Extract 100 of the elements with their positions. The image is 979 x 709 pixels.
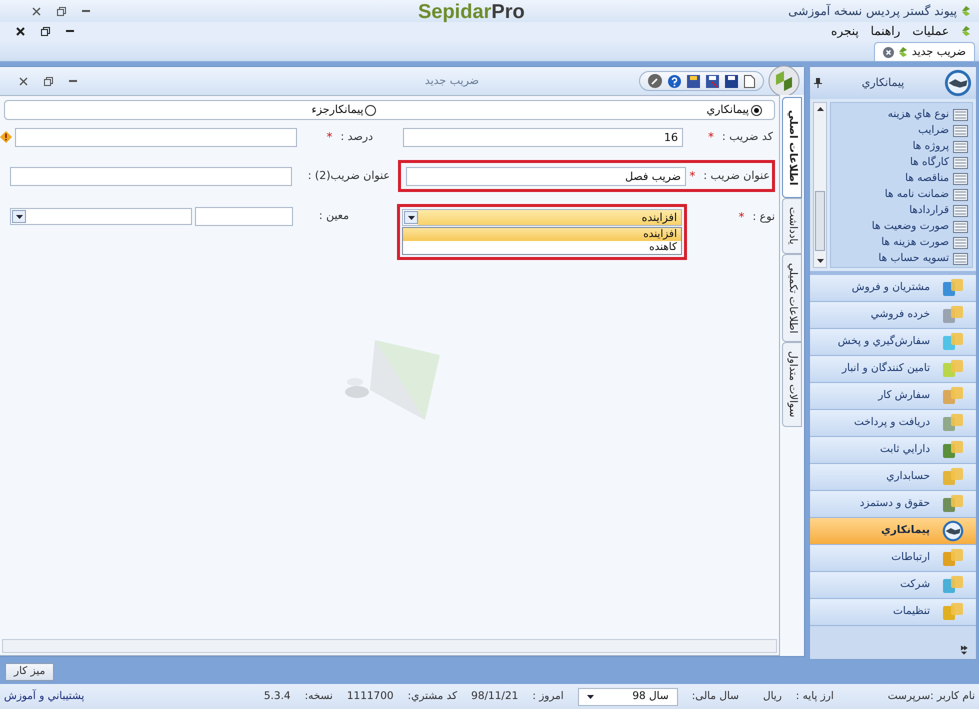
module-button[interactable]: مشتريان و فروش xyxy=(810,275,976,302)
dropdown-arrow-icon xyxy=(586,694,594,698)
radio-button[interactable] xyxy=(365,104,376,116)
list-icon xyxy=(953,205,968,217)
side-tab[interactable]: اطلاعات اصلي xyxy=(782,97,802,198)
sidebar-item[interactable]: ضرايب xyxy=(831,123,972,139)
radio-option[interactable]: پيمانكارجزء xyxy=(312,102,376,118)
restore-icon[interactable] xyxy=(57,6,66,16)
module-button[interactable]: خرده فروشي xyxy=(810,302,976,329)
sidebar-item[interactable]: مناقصه ها xyxy=(831,171,972,187)
module-button[interactable]: سفارش كار xyxy=(810,383,976,410)
tile-icon xyxy=(942,413,964,433)
field-label: درصد : xyxy=(340,128,373,145)
menu-item[interactable]: راهنما xyxy=(870,22,900,40)
save-icon[interactable] xyxy=(725,74,738,88)
version-value: 5.3.4 xyxy=(264,688,291,704)
menu-item[interactable]: پنجره xyxy=(831,22,859,40)
tile-icon xyxy=(942,359,964,379)
dropdown-arrow-icon xyxy=(408,216,414,220)
close-icon[interactable] xyxy=(16,26,25,36)
pin-icon[interactable] xyxy=(814,78,822,88)
close-icon[interactable] xyxy=(32,6,41,16)
sidebar-item[interactable]: نوع هاي هزينه xyxy=(831,107,972,123)
type-combo[interactable]: افزاينده xyxy=(402,209,682,226)
radio-option[interactable]: پيمانكاري xyxy=(706,102,762,118)
percent-field[interactable] xyxy=(15,128,297,146)
document-tab[interactable]: ضریب جدید xyxy=(874,42,975,61)
horizontal-scrollbar[interactable] xyxy=(2,639,777,653)
window-title: پیوند گستر پردیس نسخه آموزشی xyxy=(788,3,957,20)
tile-icon xyxy=(942,332,964,352)
restore-icon[interactable] xyxy=(41,26,50,36)
customer-label: کد مشتري: xyxy=(408,688,458,704)
title-field[interactable]: ضريب فصل xyxy=(406,166,686,186)
side-tab[interactable]: يادداشت xyxy=(782,198,802,254)
tile-icon xyxy=(942,548,964,568)
minimize-icon[interactable] xyxy=(82,10,90,12)
fiscal-year-label: سال مالی: xyxy=(692,688,739,704)
chevron-icon[interactable] xyxy=(960,645,968,655)
sidebar-item[interactable]: تسويه حساب ها xyxy=(831,251,972,267)
required-mark: * xyxy=(689,168,696,185)
tile-icon xyxy=(942,440,964,460)
side-tab[interactable]: اطلاعات تكميلي xyxy=(782,254,802,342)
sidebar-item[interactable]: صورت وضعيت ها xyxy=(831,219,972,235)
required-mark: * xyxy=(738,209,744,226)
module-button[interactable]: پيمانكاري xyxy=(810,518,976,545)
close-icon[interactable] xyxy=(19,76,28,86)
sidebar-item[interactable]: صورت هزينه ها xyxy=(831,235,972,251)
list-icon xyxy=(953,237,968,249)
form-title: ضريب جديد xyxy=(424,72,479,89)
save-icon[interactable] xyxy=(706,74,719,88)
new-document-icon[interactable] xyxy=(744,74,755,88)
list-icon xyxy=(953,157,968,169)
field-label: کد ضریب : xyxy=(722,128,773,145)
scroll-down-icon[interactable] xyxy=(816,259,824,263)
dropdown-option[interactable]: افزاينده xyxy=(403,228,681,241)
tile-icon xyxy=(942,575,964,595)
scroll-up-icon[interactable] xyxy=(816,107,824,111)
radio-button[interactable] xyxy=(751,104,762,116)
module-button[interactable]: سفارش‌گيري و پخش xyxy=(810,329,976,356)
module-button[interactable]: حقوق و دستمزد xyxy=(810,491,976,518)
dropdown-arrow-icon xyxy=(16,214,22,218)
module-button[interactable]: ارتباطات xyxy=(810,545,976,572)
restore-icon[interactable] xyxy=(44,76,53,86)
fiscal-year-select[interactable]: سال 98 xyxy=(578,688,678,706)
field-label: عنوان ضریب : xyxy=(703,168,770,184)
tile-icon xyxy=(942,386,964,406)
sidebar-item[interactable]: پروژه ها xyxy=(831,139,972,155)
customer-value: 1111700 xyxy=(346,688,394,704)
module-button[interactable]: شركت xyxy=(810,572,976,599)
minimize-icon[interactable] xyxy=(66,30,74,32)
module-button[interactable]: دريافت و پرداخت xyxy=(810,410,976,437)
scroll-thumb[interactable] xyxy=(815,191,825,251)
module-button[interactable]: حسابداري xyxy=(810,464,976,491)
save-icon[interactable] xyxy=(687,74,700,88)
moein-combo[interactable] xyxy=(10,208,192,225)
sidebar-item[interactable]: قراردادها xyxy=(831,203,972,219)
side-tab[interactable]: سوالات متداول xyxy=(782,342,802,427)
menu-item[interactable]: عمليات xyxy=(912,22,949,40)
scrollbar[interactable] xyxy=(813,102,827,268)
today-value: 98/11/21 xyxy=(471,688,518,704)
tile-icon xyxy=(942,305,964,325)
title2-field[interactable] xyxy=(10,166,292,186)
tile-icon xyxy=(942,494,964,514)
module-button[interactable]: تامين كنندگان و انبار xyxy=(810,356,976,383)
help-icon[interactable] xyxy=(668,74,681,88)
moein-code-field[interactable] xyxy=(195,207,293,226)
list-icon xyxy=(953,173,968,185)
required-mark: * xyxy=(326,129,332,146)
support-link[interactable]: پشتيباني و آموزش xyxy=(4,688,84,704)
sidebar-item[interactable]: كارگاه ها xyxy=(831,155,972,171)
module-button[interactable]: دارايي ثابت xyxy=(810,437,976,464)
taskbar-button[interactable]: میز کار xyxy=(5,663,54,681)
minimize-icon[interactable] xyxy=(69,80,77,82)
code-field[interactable]: 16 xyxy=(403,128,683,146)
module-button[interactable]: تنظيمات xyxy=(810,599,976,626)
today-label: امروز : xyxy=(532,688,564,704)
tile-icon xyxy=(942,602,964,622)
currency-value: ریال xyxy=(762,688,782,704)
sidebar-item[interactable]: ضمانت نامه ها xyxy=(831,187,972,203)
list-icon xyxy=(953,253,968,265)
